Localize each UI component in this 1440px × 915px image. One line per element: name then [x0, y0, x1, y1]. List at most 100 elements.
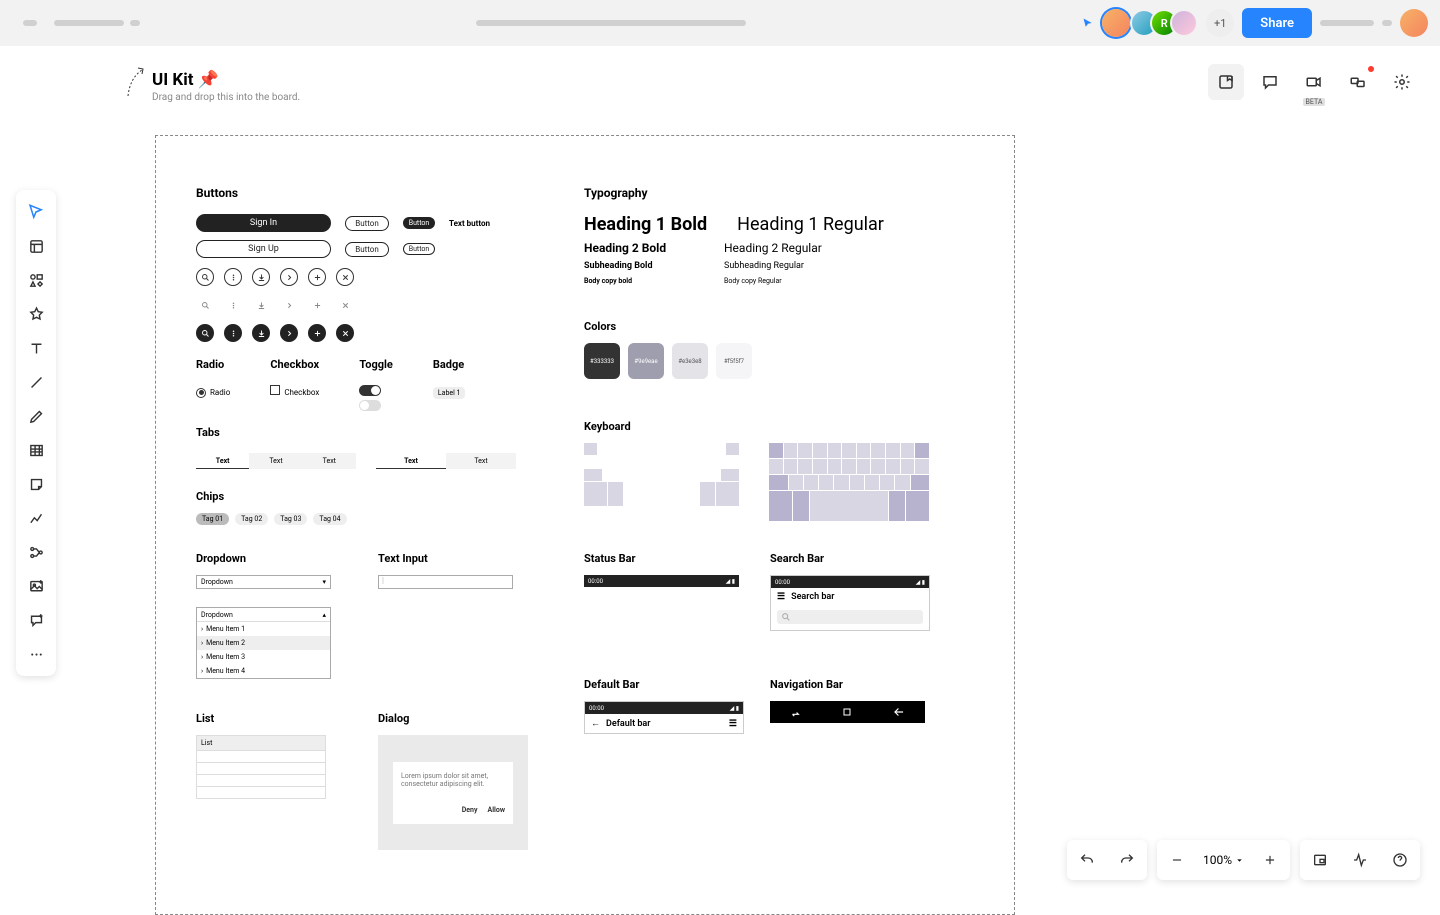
- text-input[interactable]: |: [378, 575, 513, 589]
- select-tool[interactable]: [20, 196, 52, 228]
- nav-home-icon[interactable]: [841, 706, 853, 718]
- chevron-right-icon[interactable]: [280, 268, 298, 286]
- board-title-placeholder[interactable]: [476, 20, 746, 26]
- chip[interactable]: Tag 01: [196, 513, 229, 525]
- help-button[interactable]: [1380, 840, 1420, 880]
- search-icon[interactable]: [196, 268, 214, 286]
- list-item[interactable]: [197, 750, 325, 762]
- dialog-deny-button[interactable]: Deny: [462, 806, 478, 814]
- button-small-fill[interactable]: Button: [403, 217, 435, 229]
- toolbar-placeholder-2[interactable]: [1382, 20, 1392, 26]
- menu-icon[interactable]: ☰: [777, 592, 785, 602]
- toolbar-placeholder[interactable]: [1320, 20, 1374, 26]
- close-icon[interactable]: [336, 268, 354, 286]
- list-item[interactable]: [197, 762, 325, 774]
- nav-back-icon[interactable]: [892, 705, 906, 719]
- sign-up-button[interactable]: Sign Up: [196, 240, 331, 258]
- dropdown-item[interactable]: ›Menu Item 4: [197, 664, 330, 678]
- canvas[interactable]: UI Kit 📌 Drag and drop this into the boa…: [130, 70, 300, 103]
- color-swatch[interactable]: #333333: [584, 343, 620, 379]
- menu-icon[interactable]: ☰: [729, 719, 737, 729]
- shapes-tool[interactable]: [20, 264, 52, 296]
- chart-tool[interactable]: [20, 502, 52, 534]
- presence-overflow-count[interactable]: +1: [1206, 9, 1234, 37]
- button-outline-2[interactable]: Button: [345, 242, 389, 257]
- close-icon[interactable]: [336, 324, 354, 342]
- chip[interactable]: Tag 02: [235, 513, 268, 525]
- dropdown-closed[interactable]: Dropdown▾: [196, 575, 331, 589]
- tab[interactable]: Text: [376, 453, 446, 469]
- plus-icon[interactable]: [308, 324, 326, 342]
- back-icon[interactable]: ←: [591, 718, 600, 729]
- tab[interactable]: Text: [249, 453, 302, 469]
- comments-button[interactable]: [1252, 64, 1288, 100]
- undo-button[interactable]: [1067, 840, 1107, 880]
- toggle-on[interactable]: [359, 385, 381, 396]
- tab[interactable]: Text: [446, 453, 516, 469]
- plus-icon[interactable]: [308, 296, 326, 314]
- list-item[interactable]: [197, 786, 325, 798]
- more-vert-icon[interactable]: [224, 324, 242, 342]
- sign-in-button[interactable]: Sign In: [196, 214, 331, 232]
- video-call-button[interactable]: BETA: [1296, 64, 1332, 100]
- image-tool[interactable]: [20, 570, 52, 602]
- redo-button[interactable]: [1107, 840, 1147, 880]
- tab[interactable]: Text: [303, 453, 356, 469]
- minimap-button[interactable]: [1300, 840, 1340, 880]
- tab[interactable]: Text: [196, 453, 249, 469]
- checkbox-input[interactable]: [270, 385, 280, 395]
- more-vert-icon[interactable]: [224, 296, 242, 314]
- more-vert-icon[interactable]: [224, 268, 242, 286]
- templates-tool[interactable]: [20, 230, 52, 262]
- chip[interactable]: Tag 04: [313, 513, 346, 525]
- account-avatar[interactable]: [1400, 9, 1428, 37]
- settings-button[interactable]: [1384, 64, 1420, 100]
- presence-avatar-self[interactable]: [1102, 9, 1130, 37]
- dialog-allow-button[interactable]: Allow: [488, 806, 506, 814]
- dropdown-item[interactable]: ›Menu Item 1: [197, 622, 330, 636]
- color-swatch[interactable]: #9e9eae: [628, 343, 664, 379]
- nav-recent-icon[interactable]: [789, 705, 803, 719]
- color-swatch[interactable]: #e3e3e8: [672, 343, 708, 379]
- color-swatch[interactable]: #f5f5f7: [716, 343, 752, 379]
- activity-button[interactable]: [1340, 840, 1380, 880]
- sticky-note-tool[interactable]: [20, 468, 52, 500]
- toggle-off[interactable]: [359, 400, 381, 411]
- text-tool[interactable]: [20, 332, 52, 364]
- chevron-right-icon[interactable]: [280, 324, 298, 342]
- search-input[interactable]: [777, 610, 923, 624]
- notes-button[interactable]: [1208, 64, 1244, 100]
- dropdown-open[interactable]: Dropdown▴ ›Menu Item 1 ›Menu Item 2 ›Men…: [196, 607, 331, 679]
- download-icon[interactable]: [252, 268, 270, 286]
- mindmap-tool[interactable]: [20, 536, 52, 568]
- more-tools[interactable]: [20, 638, 52, 670]
- stickers-tool[interactable]: [20, 298, 52, 330]
- zoom-out-button[interactable]: [1157, 840, 1197, 880]
- download-icon[interactable]: [252, 296, 270, 314]
- reactions-button[interactable]: [1340, 64, 1376, 100]
- zoom-in-button[interactable]: [1250, 840, 1290, 880]
- app-menu-button[interactable]: [12, 5, 48, 41]
- list-item[interactable]: [197, 774, 325, 786]
- button-outline[interactable]: Button: [345, 216, 389, 231]
- share-button[interactable]: Share: [1242, 8, 1312, 38]
- pen-tool[interactable]: [20, 400, 52, 432]
- text-button[interactable]: Text button: [449, 219, 490, 228]
- dropdown-item[interactable]: ›Menu Item 2: [197, 636, 330, 650]
- zoom-level[interactable]: 100%: [1197, 853, 1250, 867]
- dropdown-item[interactable]: ›Menu Item 3: [197, 650, 330, 664]
- download-icon[interactable]: [252, 324, 270, 342]
- search-icon[interactable]: [196, 296, 214, 314]
- presence-avatar[interactable]: [1170, 9, 1198, 37]
- presence-avatar-group[interactable]: R: [1138, 9, 1198, 37]
- button-small-outline[interactable]: Button: [403, 243, 435, 255]
- close-icon[interactable]: [336, 296, 354, 314]
- frame-title[interactable]: UI Kit 📌: [152, 70, 300, 90]
- chevron-right-icon[interactable]: [280, 296, 298, 314]
- plus-icon[interactable]: [308, 268, 326, 286]
- comment-tool[interactable]: [20, 604, 52, 636]
- table-tool[interactable]: [20, 434, 52, 466]
- line-tool[interactable]: [20, 366, 52, 398]
- chip[interactable]: Tag 03: [274, 513, 307, 525]
- radio-input[interactable]: [196, 388, 206, 398]
